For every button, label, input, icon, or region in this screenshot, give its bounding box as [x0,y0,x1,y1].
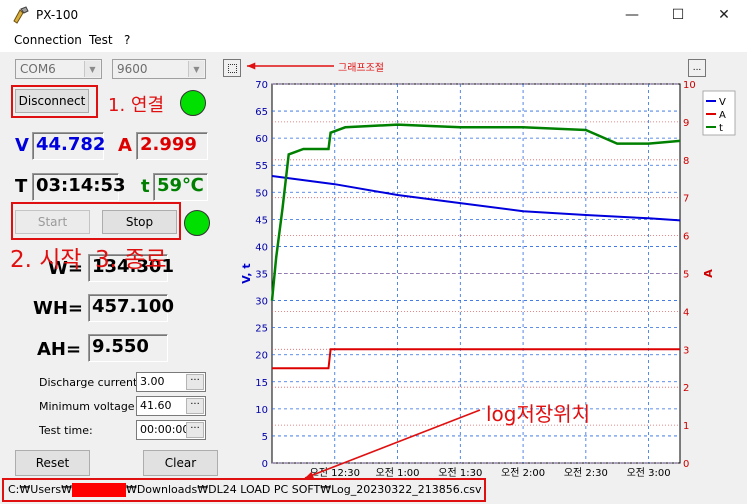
y-tick-left: 10 [255,405,268,416]
x-tick-label: 오전 2:30 [564,467,608,479]
y-tick-left: 70 [255,80,268,91]
y-tick-left: 65 [255,107,268,118]
y-tick-left: 5 [262,432,268,443]
x-tick-label: 오전 3:00 [627,467,671,479]
y-tick-left: 55 [255,161,268,172]
y-tick-right: 4 [683,307,689,318]
y-tick-left: 60 [255,134,268,145]
y-tick-right: 2 [683,383,689,394]
y-tick-right: 3 [683,345,689,356]
y-tick-right: 0 [683,459,689,470]
y-tick-left: 20 [255,351,268,362]
y-tick-right: 10 [683,80,696,91]
y-tick-right: 1 [683,421,689,432]
y-tick-left: 35 [255,270,268,281]
annotation-arrow-graph-head [247,62,256,70]
y-tick-left: 30 [255,297,268,308]
redacted-username [71,483,126,497]
annotation-log: log저장위치 [486,402,591,426]
y-tick-left: 25 [255,324,268,335]
y-axis-label-left: V, t [240,263,253,283]
log-path-prefix: C:₩Users₩ [8,483,72,496]
y-tick-left: 50 [255,188,268,199]
y-tick-left: 15 [255,378,268,389]
x-tick-label: 오전 2:00 [501,467,545,479]
y-tick-left: 0 [262,459,268,470]
y-tick-right: 9 [683,118,689,129]
chart-menu-button[interactable]: ... [688,59,706,77]
legend-label-V: V [719,97,726,108]
discharge-chart: 0510152025303540455055606570012345678910… [240,62,736,479]
y-tick-left: 45 [255,215,268,226]
y-tick-right: 8 [683,156,689,167]
log-path-suffix: ₩Downloads₩DL24 LOAD PC SOFT₩Log_2023032… [125,483,482,496]
y-tick-left: 40 [255,242,268,253]
y-tick-right: 5 [683,270,689,281]
legend-label-A: A [719,110,726,121]
legend-label-t: t [719,123,723,134]
log-file-path: C:₩Users₩ ₩Downloads₩DL24 LOAD PC SOFT₩Lo… [8,483,482,497]
y-tick-right: 7 [683,194,689,205]
y-tick-right: 6 [683,232,689,243]
annotation-graph: 그래프조절 [338,63,384,74]
y-axis-label-right: A [702,269,715,278]
